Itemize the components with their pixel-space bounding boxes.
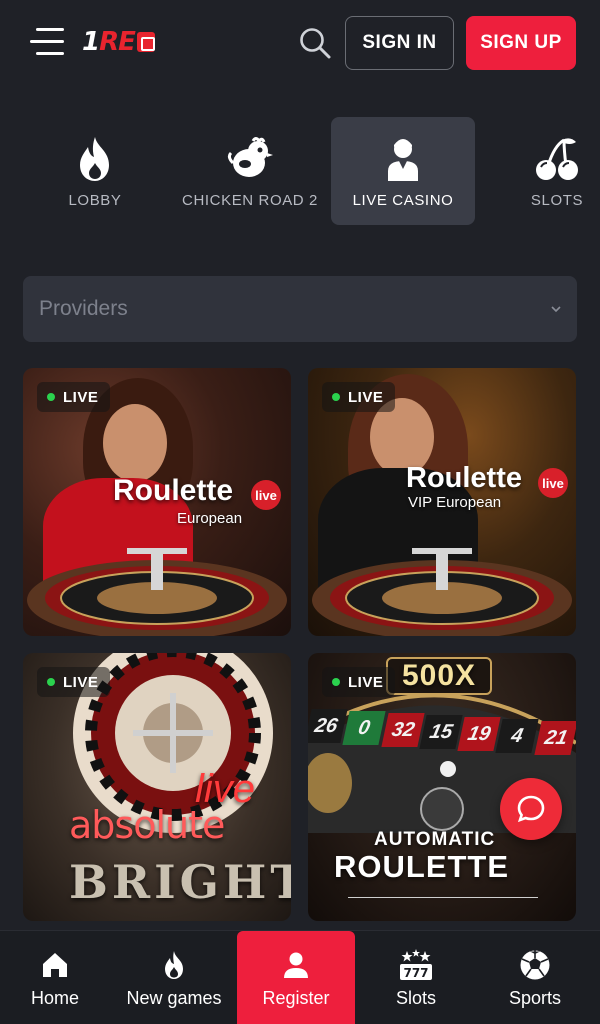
game-title-roulette: ROULETTE bbox=[334, 849, 510, 884]
menu-icon[interactable] bbox=[30, 26, 66, 58]
wheel-number-strip: 26 0 32 15 19 4 21 bbox=[308, 709, 576, 759]
wheel-number: 32 bbox=[380, 713, 425, 747]
dealer-icon bbox=[386, 134, 420, 184]
game-subtitle: VIP European bbox=[408, 494, 502, 511]
bottom-navigation: Home New games Register 777 Slots Sports bbox=[0, 930, 600, 1024]
live-tag: live bbox=[538, 468, 568, 498]
nav-new-games-label: New games bbox=[126, 987, 222, 1008]
multiplier-label: 500X bbox=[386, 657, 493, 695]
chat-button[interactable] bbox=[500, 778, 562, 840]
tab-lobby[interactable]: LOBBY bbox=[40, 117, 150, 225]
dealer-head bbox=[103, 404, 167, 482]
soccer-ball-icon bbox=[519, 948, 551, 982]
live-badge-label: LIVE bbox=[63, 388, 99, 406]
category-tabs: LOBBY CHICKEN ROAD 2 LIVE CASINO SLOTS bbox=[0, 117, 600, 225]
live-badge-label: LIVE bbox=[348, 388, 384, 406]
slot-777-icon: 777 bbox=[399, 948, 433, 982]
nav-new-games[interactable]: New games bbox=[115, 931, 233, 1024]
game-title: Roulette bbox=[406, 462, 522, 494]
tab-chicken-road-2[interactable]: CHICKEN ROAD 2 bbox=[176, 117, 324, 225]
chat-bubble-icon bbox=[517, 795, 545, 823]
roulette-wheel-image bbox=[312, 548, 572, 636]
nav-sports-label: Sports bbox=[508, 987, 562, 1008]
nav-slots-label: Slots bbox=[395, 987, 437, 1008]
wheel-number: 15 bbox=[419, 715, 463, 749]
game-subtitle: European bbox=[177, 510, 243, 527]
chevron-down-icon bbox=[549, 302, 563, 316]
wheel-number: 21 bbox=[534, 721, 576, 755]
game-title-bright: BRIGHT bbox=[69, 855, 291, 909]
logo-badge-icon bbox=[136, 32, 155, 52]
svg-text:777: 777 bbox=[403, 966, 428, 980]
live-badge: LIVE bbox=[322, 382, 396, 412]
sign-up-button[interactable]: SIGN UP bbox=[466, 16, 576, 70]
wheel-number: 19 bbox=[457, 717, 502, 751]
providers-select[interactable]: Providers bbox=[23, 276, 577, 342]
roulette-emblem-icon bbox=[420, 787, 464, 831]
tab-live-casino-label: LIVE CASINO bbox=[352, 191, 454, 209]
live-badge-label: LIVE bbox=[348, 673, 384, 691]
nav-home[interactable]: Home bbox=[0, 931, 114, 1024]
live-badge: LIVE bbox=[37, 382, 111, 412]
flame-icon bbox=[162, 948, 186, 982]
live-tag: live bbox=[251, 480, 281, 510]
game-title-automatic: AUTOMATIC bbox=[374, 829, 496, 850]
top-header: 1RE SIGN IN SIGN UP bbox=[0, 0, 600, 84]
user-icon bbox=[283, 948, 309, 982]
game-card-roulette-vip-european[interactable]: LIVE Roulette live VIP European bbox=[308, 368, 576, 636]
live-badge: LIVE bbox=[322, 667, 396, 697]
live-indicator-icon bbox=[47, 678, 55, 686]
search-icon[interactable] bbox=[298, 26, 332, 60]
tab-chicken-road-2-label: CHICKEN ROAD 2 bbox=[182, 191, 318, 209]
live-indicator-icon bbox=[47, 393, 55, 401]
wheel-number: 26 bbox=[308, 709, 348, 743]
tab-lobby-label: LOBBY bbox=[68, 191, 122, 209]
game-card-roulette-european[interactable]: LIVE Roulette live European bbox=[23, 368, 291, 636]
flame-icon bbox=[75, 134, 115, 184]
game-title-absolute: absolute bbox=[69, 803, 225, 847]
live-badge: LIVE bbox=[37, 667, 111, 697]
providers-placeholder: Providers bbox=[39, 297, 128, 320]
nav-home-label: Home bbox=[30, 987, 79, 1008]
wheel-number: 0 bbox=[342, 711, 387, 745]
nav-register[interactable]: Register bbox=[237, 931, 355, 1024]
live-indicator-icon bbox=[332, 393, 340, 401]
nav-sports[interactable]: Sports bbox=[476, 931, 594, 1024]
live-badge-label: LIVE bbox=[63, 673, 99, 691]
site-logo[interactable]: 1RE bbox=[82, 26, 155, 58]
tab-live-casino[interactable]: LIVE CASINO bbox=[331, 117, 475, 225]
game-title: Roulette bbox=[113, 474, 233, 507]
home-icon bbox=[40, 948, 70, 982]
cherries-icon bbox=[534, 134, 580, 184]
live-indicator-icon bbox=[332, 678, 340, 686]
sign-in-button[interactable]: SIGN IN bbox=[345, 16, 454, 70]
game-card-absolute-bright[interactable]: LIVE live absolute BRIGHT bbox=[23, 653, 291, 921]
divider bbox=[348, 897, 538, 898]
nav-register-label: Register bbox=[262, 987, 330, 1008]
nav-slots[interactable]: 777 Slots bbox=[357, 931, 475, 1024]
tab-slots-label: SLOTS bbox=[530, 191, 584, 209]
wheel-number: 4 bbox=[495, 719, 540, 753]
roulette-wheel-image bbox=[27, 548, 287, 636]
chicken-icon bbox=[227, 134, 273, 184]
tab-slots[interactable]: SLOTS bbox=[512, 117, 600, 225]
